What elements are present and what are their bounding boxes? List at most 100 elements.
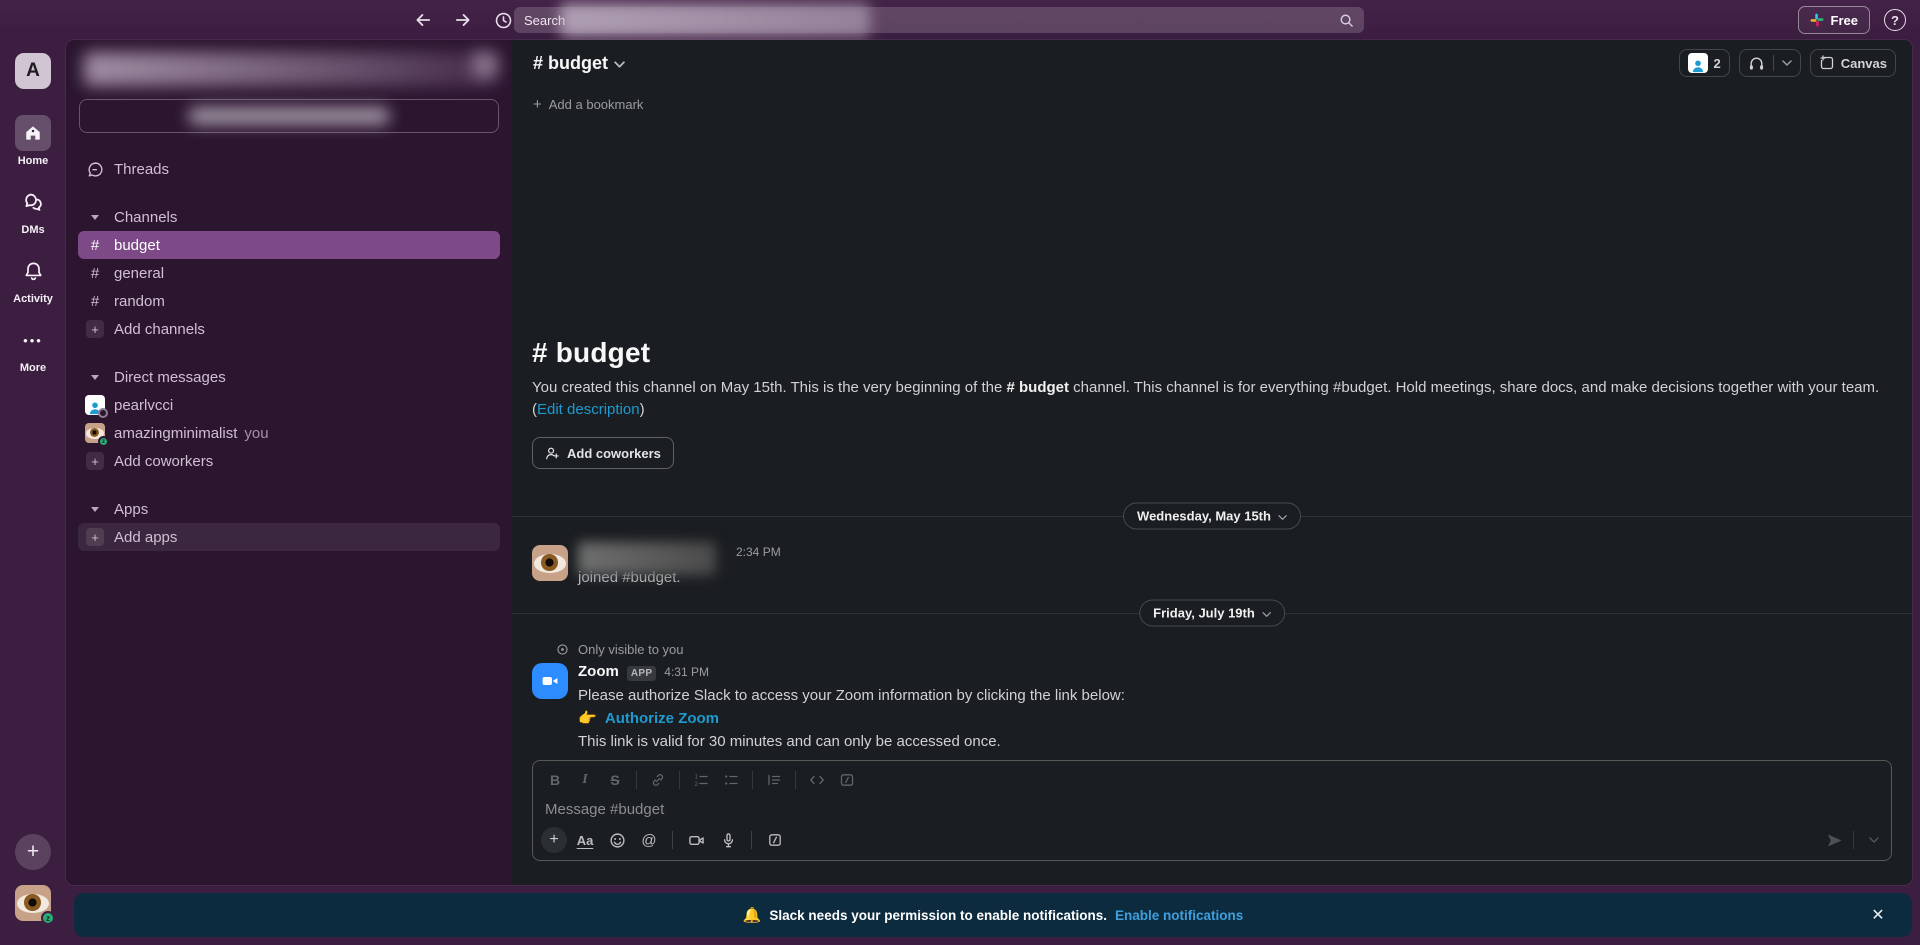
rail-item-home[interactable]: Home bbox=[15, 115, 51, 167]
sidebar-item-channel-budget[interactable]: # budget bbox=[78, 231, 500, 259]
show-formatting-icon[interactable]: Aa bbox=[571, 827, 599, 853]
button-label-blurred bbox=[189, 108, 389, 124]
visible-eye-icon bbox=[556, 643, 569, 656]
message-text: This link is valid for 30 minutes and ca… bbox=[578, 733, 1001, 750]
svg-text:2: 2 bbox=[695, 782, 699, 788]
date-pill-button[interactable]: Wednesday, May 15th bbox=[1123, 502, 1301, 530]
dm-label: pearlvcci bbox=[114, 396, 174, 414]
chevron-down-icon bbox=[84, 206, 106, 228]
chevron-down-icon bbox=[1278, 514, 1287, 520]
date-label: Wednesday, May 15th bbox=[1137, 508, 1271, 524]
channel-title-button[interactable]: # budget bbox=[527, 50, 631, 77]
date-label: Friday, July 19th bbox=[1153, 605, 1255, 621]
dm-avatar-eye: z bbox=[84, 422, 109, 447]
plus-icon: + bbox=[533, 95, 542, 113]
message-input[interactable]: Message #budget bbox=[533, 795, 1891, 823]
send-button[interactable] bbox=[1820, 827, 1848, 853]
huddle-chevron-icon[interactable] bbox=[1782, 60, 1792, 66]
message-timestamp: 2:34 PM bbox=[736, 545, 781, 559]
free-plan-button[interactable]: Free bbox=[1797, 6, 1870, 34]
inline-code-icon[interactable] bbox=[803, 767, 831, 793]
add-apps-button[interactable]: + Add apps bbox=[78, 523, 500, 551]
add-bookmark-button[interactable]: + Add a bookmark bbox=[512, 86, 1912, 122]
workspace-name-blurred[interactable] bbox=[84, 52, 496, 86]
huddle-button[interactable] bbox=[1738, 49, 1801, 77]
authorize-zoom-link[interactable]: Authorize Zoom bbox=[605, 710, 719, 727]
rail-item-more[interactable]: ••• More bbox=[15, 322, 51, 375]
channel-label: random bbox=[114, 292, 165, 310]
workspace-initial: A bbox=[26, 60, 40, 81]
channel-label: general bbox=[114, 264, 165, 282]
mention-icon[interactable]: @ bbox=[635, 827, 663, 853]
threads-label: Threads bbox=[114, 160, 170, 178]
message-list: # budget You created this channel on May… bbox=[512, 122, 1912, 861]
app-badge: APP bbox=[626, 666, 657, 681]
headphones-icon bbox=[1748, 55, 1765, 72]
dms-label: DMs bbox=[21, 224, 45, 236]
blockquote-icon[interactable] bbox=[760, 767, 788, 793]
channel-pane: # budget 2 Canvas + Add a bookmark # bud… bbox=[512, 40, 1912, 885]
edit-description-link[interactable]: Edit description bbox=[537, 401, 640, 418]
date-pill-button[interactable]: Friday, July 19th bbox=[1139, 599, 1285, 627]
add-coworkers-button[interactable]: Add coworkers bbox=[532, 437, 674, 469]
canvas-button[interactable]: Canvas bbox=[1809, 49, 1896, 77]
members-button[interactable]: 2 bbox=[1678, 49, 1730, 77]
compose-button-blurred[interactable] bbox=[472, 52, 498, 78]
profile-avatar[interactable]: z bbox=[15, 885, 55, 925]
only-visible-row: Only visible to you bbox=[556, 642, 1892, 657]
apps-section-header[interactable]: Apps bbox=[78, 495, 500, 523]
sidebar-item-channel-random[interactable]: # random bbox=[78, 287, 500, 315]
channels-section-header[interactable]: Channels bbox=[78, 203, 500, 231]
help-icon[interactable]: ? bbox=[1884, 9, 1906, 31]
chevron-down-icon bbox=[84, 366, 106, 388]
italic-icon[interactable]: I bbox=[571, 767, 599, 793]
message-zoom-app: Zoom APP 4:31 PM Please authorize Slack … bbox=[532, 663, 1892, 752]
message-sender[interactable]: Zoom bbox=[578, 663, 619, 680]
zoom-app-avatar[interactable] bbox=[532, 663, 568, 699]
attach-plus-button[interactable]: + bbox=[541, 827, 567, 853]
sidebar-item-dm-amazingminimalist[interactable]: z amazingminimalist you bbox=[78, 419, 500, 447]
history-clock-icon[interactable] bbox=[490, 7, 516, 33]
channel-label: budget bbox=[114, 236, 160, 254]
link-icon[interactable] bbox=[644, 767, 672, 793]
history-back-icon[interactable] bbox=[410, 7, 436, 33]
message-avatar[interactable] bbox=[532, 545, 568, 581]
more-dots-icon: ••• bbox=[23, 332, 43, 348]
slash-commands-icon[interactable] bbox=[761, 827, 789, 853]
search-query-blurred bbox=[560, 3, 870, 37]
history-forward-icon[interactable] bbox=[450, 7, 476, 33]
workspace-avatar[interactable]: A bbox=[15, 53, 51, 89]
add-channels-button[interactable]: + Add channels bbox=[78, 315, 500, 343]
username-blurred bbox=[578, 542, 716, 575]
rail-item-activity[interactable]: Activity bbox=[13, 253, 53, 305]
create-new-button[interactable]: + bbox=[15, 834, 51, 870]
chevron-down-icon bbox=[84, 498, 106, 520]
more-label: More bbox=[19, 362, 47, 374]
channels-header-label: Channels bbox=[114, 208, 178, 226]
rail-item-dms[interactable]: DMs bbox=[15, 184, 51, 236]
close-icon[interactable]: ✕ bbox=[1866, 903, 1890, 927]
search-input[interactable]: Search bbox=[514, 3, 1364, 37]
dms-header-label: Direct messages bbox=[114, 368, 226, 386]
message-link-line: 👉 Authorize Zoom bbox=[578, 709, 1892, 729]
sidebar-item-threads[interactable]: Threads bbox=[78, 155, 500, 183]
dms-section-header[interactable]: Direct messages bbox=[78, 363, 500, 391]
emoji-icon[interactable] bbox=[603, 827, 631, 853]
only-visible-label: Only visible to you bbox=[578, 642, 684, 657]
code-block-icon[interactable] bbox=[833, 767, 861, 793]
bold-icon[interactable]: B bbox=[541, 767, 569, 793]
sidebar-item-dm-pearlvcci[interactable]: pearlvcci bbox=[78, 391, 500, 419]
enable-notifications-link[interactable]: Enable notifications bbox=[1115, 908, 1243, 923]
audio-clip-icon[interactable] bbox=[714, 827, 742, 853]
sidebar-item-channel-general[interactable]: # general bbox=[78, 259, 500, 287]
hash-icon: # bbox=[90, 236, 100, 254]
ordered-list-icon[interactable]: 12 bbox=[687, 767, 715, 793]
bullet-list-icon[interactable] bbox=[717, 767, 745, 793]
strikethrough-icon[interactable]: S bbox=[601, 767, 629, 793]
composer-actions: + Aa @ bbox=[533, 823, 1891, 860]
sidebar-header-button-blurred[interactable] bbox=[79, 99, 499, 133]
add-coworkers-sidebar-button[interactable]: + Add coworkers bbox=[78, 447, 500, 475]
schedule-send-chevron[interactable] bbox=[1865, 827, 1883, 853]
video-clip-icon[interactable] bbox=[682, 827, 710, 853]
workspace-window: Threads Channels # budget # general # ra… bbox=[66, 40, 1912, 885]
